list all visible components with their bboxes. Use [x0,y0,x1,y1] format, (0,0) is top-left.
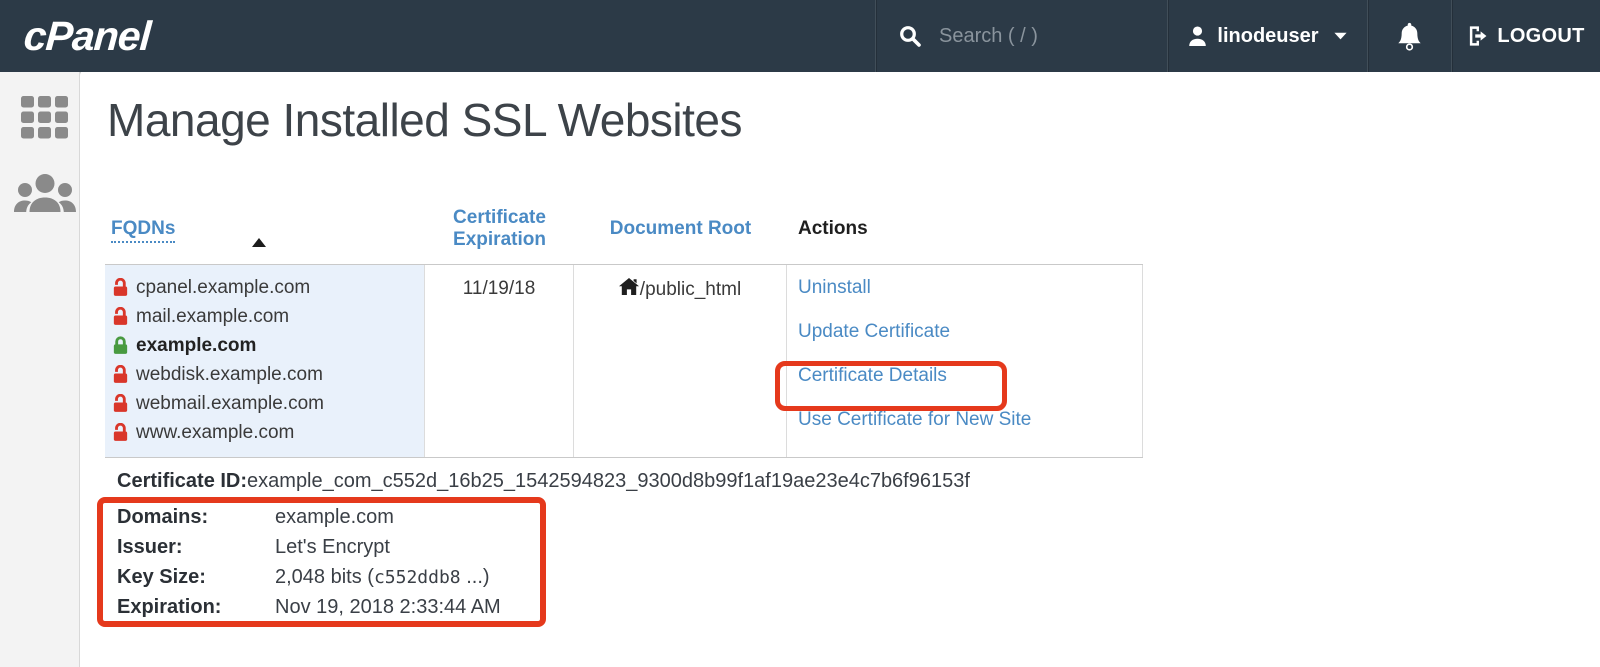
open-lock-icon [111,423,130,442]
column-header-actions: Actions [787,218,1143,240]
open-lock-icon [111,278,130,297]
sort-ascending-icon [252,238,266,247]
table-header-row: FQDNs Certificate Expiration Document Ro… [105,193,1143,265]
fqdn-item: mail.example.com [111,302,424,331]
fqdn-item: www.example.com [111,418,424,447]
logout-label: LOGOUT [1497,25,1584,48]
user-group-icon [14,174,76,212]
certificate-summary: Domains: example.com Issuer: Let's Encry… [105,502,1600,622]
caret-down-icon [1333,31,1348,41]
ssl-websites-table: FQDNs Certificate Expiration Document Ro… [105,193,1143,458]
user-icon [1187,25,1208,47]
fqdns-cell: cpanel.example.com mail.example.com exam… [105,265,425,457]
bell-icon [1396,22,1423,51]
closed-lock-icon [111,336,130,355]
fqdn-item: webmail.example.com [111,389,424,418]
certificate-id-label: Certificate ID: [117,470,247,492]
search-bar[interactable] [875,0,1167,72]
expiration-label: Expiration: [117,596,275,619]
uninstall-link[interactable]: Uninstall [798,277,1142,299]
top-navbar: cPanel linodeuser [0,0,1600,72]
key-size-row: Key Size: 2,048 bits (c552ddb8 ...) [117,562,1600,592]
key-fingerprint: c552ddb8 [374,567,461,588]
fqdn-item-primary: example.com [111,331,424,360]
certificate-id-value: example_com_c552d_16b25_1542594823_9300d… [247,470,970,492]
expiration-value: Nov 19, 2018 2:33:44 AM [275,596,501,619]
key-size-value: 2,048 bits (c552ddb8 ...) [275,566,490,589]
certificate-expiration-cell: 11/19/18 [425,265,574,457]
domains-label: Domains: [117,506,275,529]
update-certificate-link[interactable]: Update Certificate [798,321,1142,343]
open-lock-icon [111,394,130,413]
document-root-cell: /public_html [574,265,787,457]
open-lock-icon [111,307,130,326]
issuer-row: Issuer: Let's Encrypt [117,532,1600,562]
column-header-fqdns[interactable]: FQDNs [105,218,425,240]
use-certificate-for-new-site-link[interactable]: Use Certificate for New Site [798,409,1142,431]
sidebar [0,72,80,667]
actions-cell: Uninstall Update Certificate Certificate… [787,265,1143,457]
table-row: cpanel.example.com mail.example.com exam… [105,265,1143,458]
page-title: Manage Installed SSL Websites [107,90,1600,150]
column-header-document-root[interactable]: Document Root [574,218,787,240]
certificate-details-link[interactable]: Certificate Details [798,365,1142,387]
notifications-button[interactable] [1367,0,1451,72]
domains-value: example.com [275,506,394,529]
issuer-value: Let's Encrypt [275,536,390,559]
username-label: linodeuser [1217,25,1318,48]
issuer-label: Issuer: [117,536,275,559]
main-content: Manage Installed SSL Websites FQDNs Cert… [81,72,1600,667]
sidebar-item-user-manager[interactable] [14,174,76,212]
search-icon [898,24,922,48]
open-lock-icon [111,365,130,384]
navbar-right-cluster: linodeuser LOGOUT [875,0,1600,72]
user-menu[interactable]: linodeuser [1167,0,1367,72]
certificate-id-line: Certificate ID:example_com_c552d_16b25_1… [105,468,1600,494]
expiration-row: Expiration: Nov 19, 2018 2:33:44 AM [117,592,1600,622]
logout-icon [1467,25,1490,47]
fqdn-item: cpanel.example.com [111,273,424,302]
fqdn-item: webdisk.example.com [111,360,424,389]
grid-3x3-icon [21,96,68,139]
domains-row: Domains: example.com [117,502,1600,532]
home-icon [619,278,640,295]
logout-button[interactable]: LOGOUT [1451,0,1600,72]
key-size-label: Key Size: [117,566,275,589]
column-header-certificate-expiration[interactable]: Certificate Expiration [425,207,574,251]
cpanel-logo[interactable]: cPanel [22,13,151,60]
sidebar-item-applications[interactable] [21,96,68,139]
search-input[interactable] [937,24,1147,49]
